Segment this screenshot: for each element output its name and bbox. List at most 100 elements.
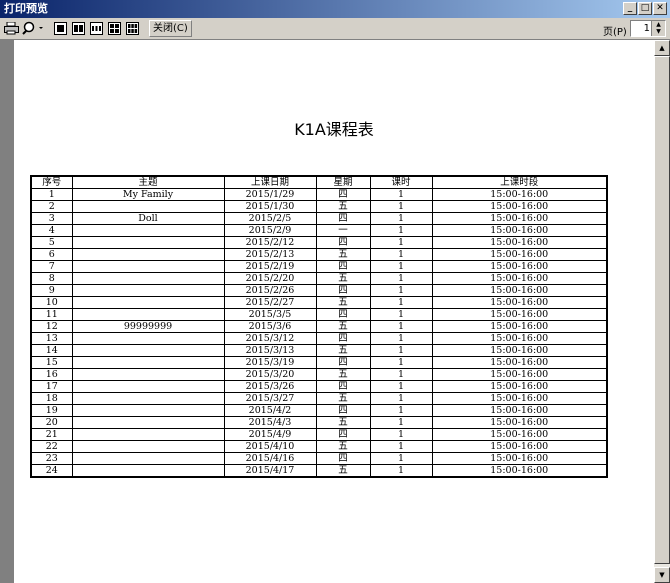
table-row: 5 2015/2/12 四 1 15:00-16:00 — [30, 236, 608, 249]
cell-weekday: 五 — [315, 440, 371, 453]
table-row: 9 2015/2/26 四 1 15:00-16:00 — [30, 284, 608, 297]
cell-weekday: 五 — [315, 464, 371, 478]
cell-index: 24 — [30, 464, 73, 478]
cell-weekday: 五 — [315, 368, 371, 381]
page-number-value[interactable]: 1 — [644, 21, 650, 36]
header-hours: 课时 — [369, 175, 433, 189]
cell-date: 2015/2/19 — [223, 260, 317, 273]
window-title: 打印预览 — [4, 2, 48, 15]
cell-date: 2015/2/26 — [223, 284, 317, 297]
close-window-button[interactable]: ✕ — [653, 2, 667, 15]
cell-timeslot: 15:00-16:00 — [431, 416, 608, 429]
cell-weekday: 四 — [315, 332, 371, 345]
cell-topic — [71, 248, 225, 261]
cell-weekday: 四 — [315, 260, 371, 273]
cell-topic — [71, 200, 225, 213]
cell-topic — [71, 332, 225, 345]
preview-viewport: K1A课程表 序号 主题 上课日期 星期 课时 上课时段 1 My Family 2… — [0, 40, 654, 583]
cell-date: 2015/3/27 — [223, 392, 317, 405]
print-button[interactable] — [3, 20, 20, 37]
cell-topic — [71, 308, 225, 321]
table-row: 22 2015/4/10 五 1 15:00-16:00 — [30, 440, 608, 453]
cell-hours: 1 — [369, 392, 433, 405]
cell-index: 20 — [30, 416, 73, 429]
cell-date: 2015/2/5 — [223, 212, 317, 225]
cell-topic — [71, 428, 225, 441]
cell-timeslot: 15:00-16:00 — [431, 452, 608, 465]
cell-weekday: 四 — [315, 284, 371, 297]
cell-weekday: 四 — [315, 212, 371, 225]
scroll-down-icon[interactable]: ▼ — [654, 567, 670, 583]
header-topic: 主题 — [71, 175, 225, 189]
cell-timeslot: 15:00-16:00 — [431, 332, 608, 345]
cell-timeslot: 15:00-16:00 — [431, 272, 608, 285]
cell-timeslot: 15:00-16:00 — [431, 440, 608, 453]
maximize-button[interactable]: □ — [638, 2, 652, 15]
cell-weekday: 四 — [315, 380, 371, 393]
table-row: 19 2015/4/2 四 1 15:00-16:00 — [30, 404, 608, 417]
cell-date: 2015/4/9 — [223, 428, 317, 441]
minimize-button[interactable]: _ — [623, 2, 637, 15]
cell-timeslot: 15:00-16:00 — [431, 236, 608, 249]
cell-hours: 1 — [369, 416, 433, 429]
cell-date: 2015/3/12 — [223, 332, 317, 345]
cell-weekday: 四 — [315, 428, 371, 441]
cell-date: 2015/4/10 — [223, 440, 317, 453]
preview-page: K1A课程表 序号 主题 上课日期 星期 课时 上课时段 1 My Family 2… — [14, 40, 654, 583]
cell-hours: 1 — [369, 320, 433, 333]
cell-hours: 1 — [369, 188, 433, 201]
header-timeslot: 上课时段 — [431, 175, 608, 189]
table-row: 24 2015/4/17 五 1 15:00-16:00 — [30, 464, 608, 478]
six-pages-button[interactable] — [125, 20, 140, 37]
cell-topic — [71, 464, 225, 478]
printer-icon — [4, 22, 19, 35]
one-page-button[interactable] — [53, 20, 68, 37]
scroll-up-icon[interactable]: ▲ — [654, 40, 670, 56]
cell-weekday: 五 — [315, 344, 371, 357]
cell-hours: 1 — [369, 236, 433, 249]
table-row: 2 2015/1/30 五 1 15:00-16:00 — [30, 200, 608, 213]
cell-hours: 1 — [369, 296, 433, 309]
page-spinner[interactable]: 1 ▲ ▼ — [630, 20, 666, 37]
header-date: 上课日期 — [223, 175, 317, 189]
cell-weekday: 四 — [315, 452, 371, 465]
cell-weekday: 五 — [315, 320, 371, 333]
cell-timeslot: 15:00-16:00 — [431, 212, 608, 225]
zoom-dropdown[interactable] — [21, 20, 47, 37]
cell-topic — [71, 272, 225, 285]
cell-date: 2015/3/5 — [223, 308, 317, 321]
cell-topic — [71, 380, 225, 393]
cell-hours: 1 — [369, 428, 433, 441]
table-row: 23 2015/4/16 四 1 15:00-16:00 — [30, 452, 608, 465]
spin-down-icon[interactable]: ▼ — [652, 28, 665, 35]
vertical-scrollbar[interactable]: ▲ ▼ — [654, 40, 670, 583]
table-row: 16 2015/3/20 五 1 15:00-16:00 — [30, 368, 608, 381]
table-row: 10 2015/2/27 五 1 15:00-16:00 — [30, 296, 608, 309]
cell-timeslot: 15:00-16:00 — [431, 380, 608, 393]
table-row: 18 2015/3/27 五 1 15:00-16:00 — [30, 392, 608, 405]
spin-up-icon[interactable]: ▲ — [652, 21, 665, 28]
cell-date: 2015/1/29 — [223, 188, 317, 201]
cell-index: 4 — [30, 224, 73, 237]
four-pages-button[interactable] — [107, 20, 122, 37]
cell-timeslot: 15:00-16:00 — [431, 320, 608, 333]
two-pages-button[interactable] — [71, 20, 86, 37]
three-pages-button[interactable] — [89, 20, 104, 37]
table-row: 13 2015/3/12 四 1 15:00-16:00 — [30, 332, 608, 345]
cell-hours: 1 — [369, 356, 433, 369]
scroll-thumb[interactable] — [654, 56, 670, 564]
cell-topic — [71, 416, 225, 429]
cell-index: 17 — [30, 380, 73, 393]
cell-topic — [71, 356, 225, 369]
cell-date: 2015/2/12 — [223, 236, 317, 249]
close-preview-button[interactable]: 关闭(C) — [149, 20, 192, 37]
cell-date: 2015/4/3 — [223, 416, 317, 429]
cell-weekday: 四 — [315, 404, 371, 417]
table-row: 6 2015/2/13 五 1 15:00-16:00 — [30, 248, 608, 261]
cell-index: 7 — [30, 260, 73, 273]
cell-index: 2 — [30, 200, 73, 213]
cell-date: 2015/2/27 — [223, 296, 317, 309]
table-row: 4 2015/2/9 一 1 15:00-16:00 — [30, 224, 608, 237]
cell-index: 10 — [30, 296, 73, 309]
cell-weekday: 四 — [315, 236, 371, 249]
